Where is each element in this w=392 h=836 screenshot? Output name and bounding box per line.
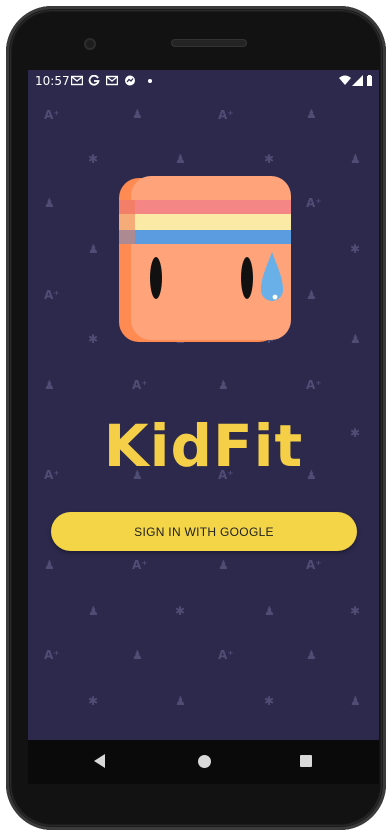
app-screen: 10:57 A⁺ ♟ A⁺ ♟ ✱ ♟ ✱ ♟ ♟ A⁺ ♟ ✱ A⁺ ♟ ✱ …: [28, 70, 379, 740]
pattern-figure-icon: ♟: [306, 107, 317, 121]
pattern-bug-icon: ✱: [264, 694, 275, 708]
pattern-figure-icon: ♟: [88, 242, 99, 256]
pattern-grade-icon: A⁺: [44, 108, 60, 122]
pattern-figure-icon: ♟: [132, 107, 143, 121]
home-icon[interactable]: [198, 755, 211, 768]
status-time: 10:57: [35, 74, 70, 88]
pattern-figure-icon: ♟: [218, 558, 229, 572]
pattern-figure-icon: ♟: [88, 604, 99, 618]
pattern-figure-icon: ♟: [306, 288, 317, 302]
pattern-bug-icon: ✱: [175, 604, 186, 618]
back-icon[interactable]: [94, 754, 105, 768]
pattern-figure-icon: ♟: [44, 558, 55, 572]
battery-icon: [367, 75, 372, 86]
pattern-grade-icon: A⁺: [132, 558, 148, 572]
recents-icon[interactable]: [300, 755, 312, 767]
pattern-figure-icon: ♟: [350, 152, 361, 166]
signal-icon: [352, 75, 363, 86]
pattern-figure-icon: ♟: [44, 196, 55, 210]
pattern-figure-icon: ♟: [264, 604, 275, 618]
messenger-icon: [125, 75, 135, 86]
pattern-bug-icon: ✱: [350, 242, 361, 256]
pattern-figure-icon: ♟: [132, 648, 143, 662]
status-bar: 10:57: [28, 70, 379, 92]
pattern-bug-icon: ✱: [264, 152, 275, 166]
wifi-icon: [339, 75, 351, 85]
kidfit-mascot-logo: [119, 176, 291, 342]
pattern-grade-icon: A⁺: [306, 558, 322, 572]
app-name: KidFit: [103, 412, 304, 480]
google-icon: [88, 75, 100, 86]
earpiece-speaker: [171, 39, 247, 47]
pattern-figure-icon: ♟: [350, 694, 361, 708]
pattern-grade-icon: A⁺: [218, 648, 234, 662]
pattern-figure-icon: ♟: [44, 378, 55, 392]
sign-in-with-google-button[interactable]: SIGN IN WITH GOOGLE: [51, 512, 357, 551]
pattern-grade-icon: A⁺: [132, 378, 148, 392]
pattern-figure-icon: ♟: [218, 378, 229, 392]
pattern-figure-icon: ♟: [175, 152, 186, 166]
pattern-grade-icon: A⁺: [306, 196, 322, 210]
pattern-figure-icon: ♟: [175, 694, 186, 708]
pattern-bug-icon: ✱: [88, 152, 99, 166]
pattern-bug-icon: ✱: [350, 604, 361, 618]
pattern-grade-icon: A⁺: [44, 288, 60, 302]
gmail-icon: [71, 75, 83, 86]
dot-icon: [148, 79, 152, 83]
pattern-grade-icon: A⁺: [306, 378, 322, 392]
pattern-bug-icon: ✱: [88, 694, 99, 708]
pattern-grade-icon: A⁺: [44, 648, 60, 662]
gmail-icon: [106, 75, 118, 86]
pattern-figure-icon: ♟: [350, 332, 361, 346]
front-camera: [84, 38, 96, 50]
pattern-bug-icon: ✱: [88, 332, 99, 346]
pattern-figure-icon: ♟: [306, 648, 317, 662]
android-nav-bar: [28, 740, 379, 784]
pattern-grade-icon: A⁺: [218, 108, 234, 122]
